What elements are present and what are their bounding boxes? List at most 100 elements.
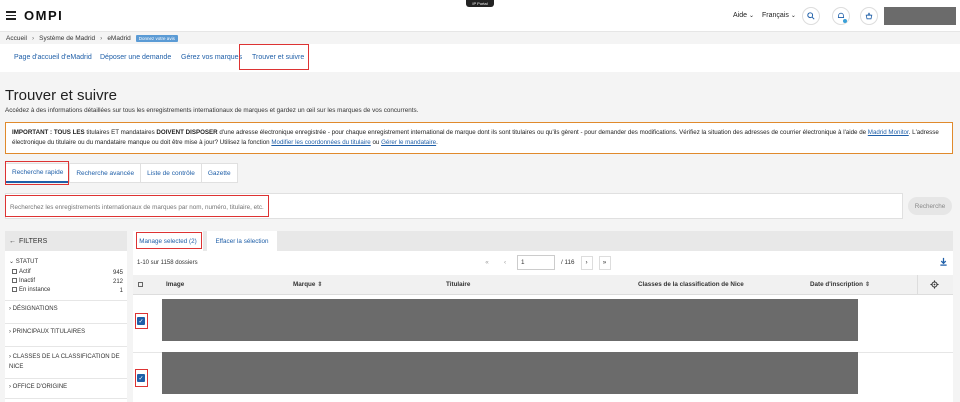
chevron-right-icon: › xyxy=(100,35,102,42)
results-panel: Manage selected (2) Effacer la sélection… xyxy=(133,231,953,402)
results-actions: Manage selected (2) Effacer la sélection xyxy=(133,231,953,251)
notice-lead: IMPORTANT : TOUS LES xyxy=(12,129,85,136)
checkbox[interactable] xyxy=(12,287,17,292)
filter-nice-classes[interactable]: › CLASSES DE LA CLASSIFICATION DE NICE xyxy=(5,347,127,379)
tab-gazette[interactable]: Gazette xyxy=(201,163,238,183)
col-registration-date[interactable]: Date d'inscription⇕ xyxy=(810,281,870,288)
gear-icon[interactable] xyxy=(930,280,939,289)
clear-selection-button[interactable]: Effacer la sélection xyxy=(207,231,277,251)
notice-text: d'une adresse électronique enregistrée -… xyxy=(218,129,868,136)
chevron-down-icon: ⌄ xyxy=(791,13,796,19)
search-button[interactable] xyxy=(802,7,820,25)
filter-designations[interactable]: › DÉSIGNATIONS xyxy=(5,301,127,324)
notice-text: titulaires ET mandataires xyxy=(85,129,157,136)
checkbox[interactable] xyxy=(12,269,17,274)
filters-header[interactable]: ← FILTERS xyxy=(5,231,127,251)
subnav-home[interactable]: Page d'accueil d'eMadrid xyxy=(14,54,92,61)
highlight-box xyxy=(136,232,202,249)
filter-option-label: En instance xyxy=(19,288,50,294)
page-number-input[interactable]: 1 xyxy=(517,255,555,270)
chevron-right-icon: › xyxy=(9,384,11,390)
subnav-manage-marks[interactable]: Gérez vos marques xyxy=(181,54,242,61)
filter-section-label: OFFICE D'ORIGINE xyxy=(13,384,67,390)
highlight-box xyxy=(239,44,309,70)
select-all-checkbox[interactable] xyxy=(138,282,143,287)
col-nice-classes: Classes de la classification de Nice xyxy=(638,281,744,288)
page-description: Accédez à des informations détaillées su… xyxy=(5,107,418,114)
filter-option[interactable]: Inactif 212 xyxy=(9,277,123,286)
breadcrumb-home[interactable]: Accueil xyxy=(6,35,27,42)
modify-holder-link[interactable]: Modifier les coordonnées du titulaire xyxy=(271,139,370,146)
notice-text: . xyxy=(436,139,438,146)
portal-tag: IP Portal xyxy=(466,0,494,7)
row-checkbox-checked[interactable]: ✓ xyxy=(137,374,145,382)
search-submit-button[interactable]: Recherche xyxy=(908,197,952,215)
filter-option-count: 1 xyxy=(120,288,123,294)
row-checkbox-checked[interactable]: ✓ xyxy=(137,317,145,325)
col-date-label: Date d'inscription xyxy=(810,281,863,288)
logo[interactable]: OMPI xyxy=(24,8,63,23)
filter-option-count: 945 xyxy=(113,270,123,276)
download-icon[interactable] xyxy=(939,257,948,266)
sort-icon[interactable]: ⇕ xyxy=(317,282,322,288)
checkbox[interactable] xyxy=(12,278,17,283)
account-button-redacted[interactable] xyxy=(884,7,956,25)
menu-icon[interactable] xyxy=(6,11,16,19)
pagination: « ‹ 1 / 116 › » xyxy=(481,255,611,270)
language-menu[interactable]: Français⌄ xyxy=(762,12,796,19)
filter-section-label: CLASSES DE LA CLASSIFICATION DE NICE xyxy=(9,354,120,370)
sort-icon[interactable]: ⇕ xyxy=(865,282,870,288)
breadcrumb: Accueil › Système de Madrid › eMadrid Do… xyxy=(6,35,178,42)
tab-watchlist[interactable]: Liste de contrôle xyxy=(140,163,201,183)
column-divider xyxy=(917,275,918,295)
page-title: Trouver et suivre xyxy=(5,87,117,104)
emadrid-subnav: Page d'accueil d'eMadrid Déposer une dem… xyxy=(0,44,960,72)
col-mark[interactable]: Marque⇕ xyxy=(293,281,322,288)
col-mark-label: Marque xyxy=(293,281,315,288)
madrid-monitor-link[interactable]: Madrid Monitor xyxy=(868,129,909,136)
chevron-down-icon: ⌄ xyxy=(9,259,14,265)
filter-section-label: DÉSIGNATIONS xyxy=(13,306,58,312)
next-page-icon[interactable]: › xyxy=(581,256,593,270)
filter-option[interactable]: En instance 1 xyxy=(9,286,123,295)
basket-icon xyxy=(865,12,873,20)
first-page-icon[interactable]: « xyxy=(481,256,493,270)
chevron-right-icon: › xyxy=(9,306,11,312)
chevron-right-icon: › xyxy=(9,329,11,335)
chevron-right-icon: › xyxy=(9,354,11,360)
filter-status-toggle[interactable]: ⌄ STATUT xyxy=(9,258,123,265)
top-header: OMPI IP Portal Aide⌄ Français⌄ xyxy=(0,0,960,32)
filter-option-label: Actif xyxy=(19,270,31,276)
filter-office-of-origin[interactable]: › OFFICE D'ORIGINE xyxy=(5,379,127,399)
help-menu[interactable]: Aide⌄ xyxy=(733,12,754,19)
row-content-redacted xyxy=(162,299,858,341)
previous-page-icon[interactable]: ‹ xyxy=(499,256,511,270)
filter-main-holders[interactable]: › PRINCIPAUX TITULAIRES xyxy=(5,324,127,347)
last-page-icon[interactable]: » xyxy=(599,256,611,270)
filter-status: ⌄ STATUT Actif 945 Inactif 212 En instan… xyxy=(5,251,127,301)
feedback-badge[interactable]: Donnez votre avis xyxy=(136,35,178,42)
filter-option-label: Inactif xyxy=(19,279,35,285)
col-image: Image xyxy=(166,281,184,288)
chevron-down-icon: ⌄ xyxy=(749,13,754,19)
row-content-redacted xyxy=(162,352,858,394)
tab-advanced-search[interactable]: Recherche avancée xyxy=(69,163,140,183)
table-row[interactable]: ✓ xyxy=(133,353,953,402)
filter-option[interactable]: Actif 945 xyxy=(9,268,123,277)
manage-representative-link[interactable]: Gérer le mandataire xyxy=(381,139,436,146)
col-holder: Titulaire xyxy=(446,281,470,288)
highlight-box xyxy=(5,161,69,185)
chevron-right-icon: › xyxy=(32,35,34,42)
important-notice: IMPORTANT : TOUS LES titulaires ET manda… xyxy=(5,122,953,154)
subnav-file-application[interactable]: Déposer une demande xyxy=(100,54,171,61)
notice-text: ou xyxy=(371,139,381,146)
notice-emphasis: DOIVENT DISPOSER xyxy=(156,129,217,136)
breadcrumb-emadrid[interactable]: eMadrid xyxy=(107,35,130,42)
breadcrumb-madrid[interactable]: Système de Madrid xyxy=(39,35,95,42)
filter-section-label: PRINCIPAUX TITULAIRES xyxy=(13,329,85,335)
table-row[interactable]: ✓ xyxy=(133,295,953,353)
highlight-box xyxy=(5,195,269,217)
results-toolbar: 1-10 sur 1158 dossiers « ‹ 1 / 116 › » xyxy=(133,251,953,275)
notifications-button[interactable] xyxy=(832,7,850,25)
cart-button[interactable] xyxy=(860,7,878,25)
